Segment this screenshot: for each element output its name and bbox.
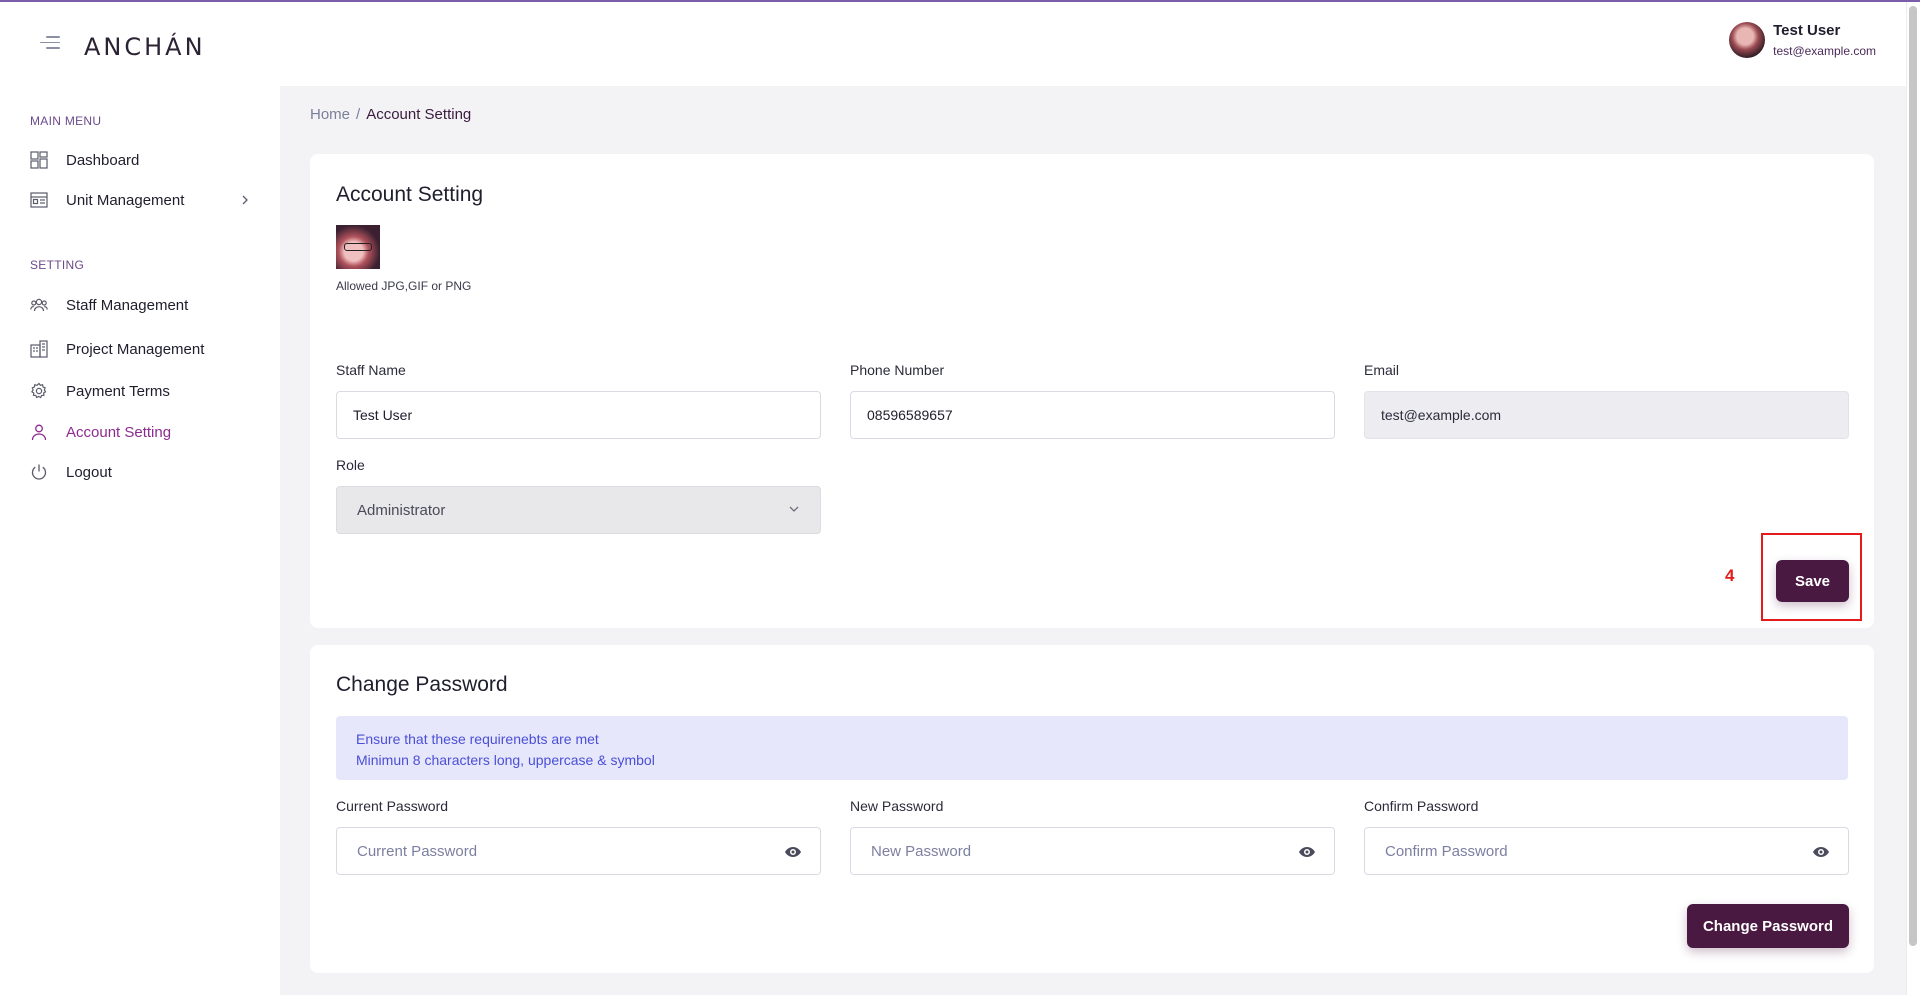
sidebar-item-label: Account Setting [66,423,172,441]
eye-icon[interactable] [1298,843,1316,861]
step-number-label: 4 [1725,566,1735,585]
sidebar-item-label: Payment Terms [66,382,170,400]
eye-icon[interactable] [1812,843,1830,861]
new-password-label: New Password [850,798,944,814]
new-password-input[interactable] [851,828,1334,874]
building-icon [30,340,48,358]
avatar[interactable] [1729,22,1766,58]
user-icon [30,423,48,441]
sidebar-item-payment-terms[interactable]: Payment Terms [30,377,260,405]
gear-icon [30,382,48,400]
unit-management-icon [30,191,48,209]
user-profile[interactable]: Test User test@example.com [1729,22,1876,58]
staff-name-label: Staff Name [336,362,406,378]
sidebar-item-label: Dashboard [66,151,140,169]
current-password-label: Current Password [336,798,449,814]
sidebar-item-account-setting[interactable]: Account Setting [30,418,260,446]
sidebar-item-label: Project Management [66,340,205,358]
chevron-right-icon [240,192,250,208]
password-requirements-banner: Ensure that these requirenebts are met M… [336,716,1848,780]
sidebar-item-logout[interactable]: Logout [30,458,260,486]
role-selected-value: Administrator [357,501,446,519]
page-scrollbar[interactable] [1906,2,1920,995]
section-setting: SETTING [30,258,85,272]
breadcrumb-home-link[interactable]: Home [310,106,350,123]
role-select[interactable]: Administrator [336,486,821,534]
page-title: Account Setting [336,183,484,206]
confirm-password-input[interactable] [1365,828,1848,874]
eye-icon[interactable] [784,843,802,861]
phone-number-label: Phone Number [850,362,945,378]
phone-number-input[interactable] [850,391,1335,439]
breadcrumb: Home / Account Setting [310,106,471,123]
menu-toggle-icon[interactable] [40,36,60,52]
role-label: Role [336,457,365,473]
photo-hint: Allowed JPG,GIF or PNG [336,279,472,293]
current-password-input[interactable] [337,828,820,874]
change-password-button[interactable]: Change Password [1687,904,1849,948]
section-title: Change Password [336,673,508,696]
dashboard-icon [30,151,48,169]
info-line-2: Minimun 8 characters long, uppercase & s… [356,752,655,768]
scrollbar-thumb[interactable] [1909,6,1917,946]
sidebar-item-unit-management[interactable]: Unit Management [30,186,260,214]
staff-icon [30,296,48,314]
new-password-field[interactable] [850,827,1335,875]
change-password-card: Change Password Ensure that these requir… [310,645,1874,973]
staff-name-input[interactable] [336,391,821,439]
user-email: test@example.com [1773,44,1876,58]
profile-photo[interactable] [336,225,380,269]
sidebar-item-staff-management[interactable]: Staff Management [30,291,260,319]
breadcrumb-separator: / [356,106,361,123]
chevron-down-icon [788,503,800,518]
sidebar-item-label: Logout [66,463,112,481]
sidebar-item-dashboard[interactable]: Dashboard [30,146,260,174]
sidebar-item-label: Staff Management [66,296,189,314]
top-header: ANCHÁN Test User test@example.com [0,2,1906,86]
sidebar-item-label: Unit Management [66,191,185,209]
sidebar-item-project-management[interactable]: Project Management [30,335,260,363]
account-setting-card: Account Setting Allowed JPG,GIF or PNG S… [310,154,1874,628]
app-logo[interactable]: ANCHÁN [84,33,206,61]
confirm-password-label: Confirm Password [1364,798,1479,814]
email-label: Email [1364,362,1400,378]
save-button[interactable]: Save [1776,560,1849,602]
confirm-password-field[interactable] [1364,827,1849,875]
user-name: Test User [1773,22,1841,39]
power-icon [30,463,48,481]
section-main-menu: MAIN MENU [30,114,102,128]
sidebar: MAIN MENU Dashboard Unit Management SETT… [0,86,280,995]
current-password-field[interactable] [336,827,821,875]
breadcrumb-current: Account Setting [366,106,472,123]
info-line-1: Ensure that these requirenebts are met [356,731,599,747]
email-field [1364,391,1849,439]
